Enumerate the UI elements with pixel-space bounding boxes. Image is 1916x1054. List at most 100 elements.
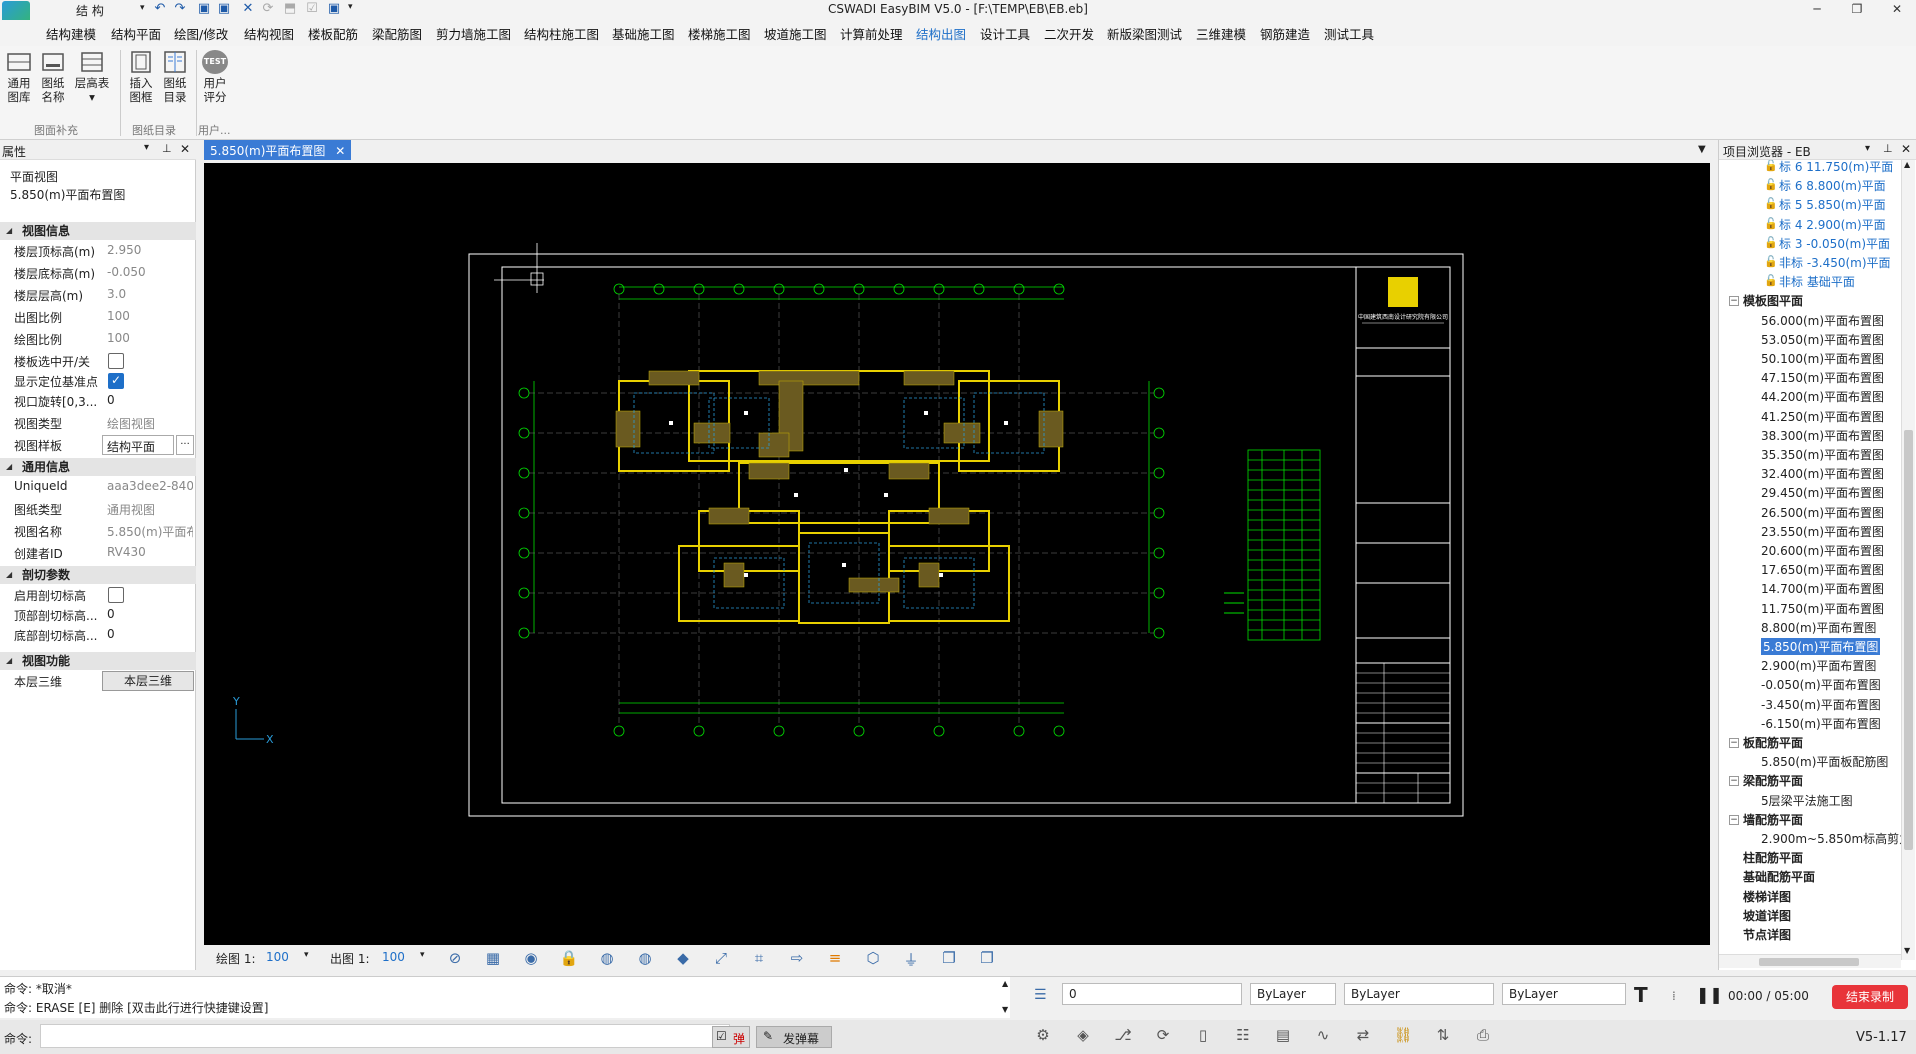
- section-common-info[interactable]: 通用信息: [0, 458, 196, 476]
- tab-beam-reinforcement[interactable]: 梁配筋图: [372, 24, 422, 43]
- browser-pin-icon[interactable]: ⊥: [1883, 142, 1893, 155]
- expand-icon[interactable]: ⤢: [710, 949, 732, 969]
- tree-category[interactable]: 楼梯详图: [1743, 888, 1791, 905]
- browser-menu-icon[interactable]: ▾: [1865, 143, 1870, 154]
- color-combo[interactable]: ByLayer: [1250, 983, 1336, 1005]
- layers-icon[interactable]: ◈: [1072, 1026, 1094, 1046]
- prop-floor-3d[interactable]: 本层三维 本层三维: [0, 670, 196, 692]
- prop-bottom-elevation[interactable]: 楼层底标高(m) -0.050: [0, 262, 196, 284]
- view-template-more-button[interactable]: ...: [176, 435, 194, 455]
- section-box-icon[interactable]: ◆: [672, 949, 694, 969]
- user-rating-button[interactable]: TEST 用户 评分: [198, 50, 232, 104]
- settings-gear-icon[interactable]: ⚙: [1032, 1026, 1054, 1046]
- curve-icon[interactable]: ∿: [1312, 1026, 1334, 1046]
- tab-rebar-construction[interactable]: 钢筋建造: [1260, 24, 1310, 43]
- pause-icon[interactable]: ❚❚: [1696, 985, 1723, 1004]
- command-scroll-down-icon[interactable]: ▼: [1002, 1005, 1008, 1014]
- prop-bottom-cut[interactable]: 底部剖切标高... 0: [0, 624, 196, 646]
- drawing-canvas[interactable]: 中国建筑西南设计研究院有限公司 X Y: [204, 163, 1710, 945]
- grid-icon[interactable]: ▦: [482, 949, 504, 969]
- tree-view-item[interactable]: 47.150(m)平面布置图: [1761, 369, 1884, 386]
- tree-category[interactable]: 节点详图: [1743, 926, 1791, 943]
- tree-view-item[interactable]: 44.200(m)平面布置图: [1761, 388, 1884, 405]
- window-tile-icon[interactable]: ❐: [938, 949, 960, 969]
- tree-category[interactable]: 坡道详图: [1743, 907, 1791, 924]
- tree-expander-icon[interactable]: −: [1729, 776, 1739, 787]
- browser-close-icon[interactable]: ✕: [1901, 142, 1911, 156]
- prop-view-template[interactable]: 视图样板 结构平面 ...: [0, 434, 196, 456]
- draw-scale-value[interactable]: 100: [266, 950, 289, 964]
- tree-view-item[interactable]: 5层梁平法施工图: [1761, 792, 1853, 809]
- tab-new-beam-test[interactable]: 新版梁图测试: [1107, 24, 1182, 43]
- scrollbar-thumb[interactable]: [1904, 430, 1913, 850]
- scrollbar-up-icon[interactable]: ▲: [1904, 160, 1910, 169]
- tab-design-tools[interactable]: 设计工具: [980, 24, 1030, 43]
- prop-enable-cut[interactable]: 启用剖切标高: [0, 584, 196, 606]
- tree-hscrollbar[interactable]: [1719, 954, 1901, 968]
- tab-structural-view[interactable]: 结构视图: [244, 24, 294, 43]
- tree-view-item[interactable]: 26.500(m)平面布置图: [1761, 504, 1884, 521]
- pin-icon[interactable]: ⊥: [162, 142, 172, 155]
- tree-level-item[interactable]: 非标 -3.450(m)平面: [1779, 254, 1891, 271]
- print-scale-value[interactable]: 100: [382, 950, 405, 964]
- panel-icon[interactable]: ▯: [1192, 1026, 1214, 1046]
- list-icon[interactable]: ☷: [1232, 1026, 1254, 1046]
- tab-stair[interactable]: 楼梯施工图: [688, 24, 751, 43]
- tree-structure-icon[interactable]: ⎇: [1112, 1026, 1134, 1046]
- text-style-icon[interactable]: T: [1634, 983, 1648, 1007]
- minimize-button[interactable]: ─: [1800, 0, 1834, 20]
- prop-floor-height[interactable]: 楼层层高(m) 3.0: [0, 284, 196, 306]
- layer-combo[interactable]: 0: [1062, 983, 1242, 1005]
- tree-view-item[interactable]: 2.900(m)平面布置图: [1761, 657, 1876, 674]
- tree-view-item[interactable]: 41.250(m)平面布置图: [1761, 408, 1884, 425]
- tree-level-item[interactable]: 非标 基础平面: [1779, 273, 1855, 290]
- tree-view-item[interactable]: 53.050(m)平面布置图: [1761, 331, 1884, 348]
- prop-view-name[interactable]: 视图名称 5.850(m)平面布: [0, 520, 196, 542]
- tree-view-item[interactable]: 23.550(m)平面布置图: [1761, 523, 1884, 540]
- command-scroll-up-icon[interactable]: ▲: [1002, 979, 1008, 988]
- link-icon[interactable]: ⛓: [1392, 1026, 1414, 1046]
- insert-frame-button[interactable]: 插入 图框: [124, 50, 158, 104]
- restore-button[interactable]: ❐: [1840, 0, 1874, 20]
- tree-expander-icon[interactable]: −: [1729, 296, 1739, 307]
- close-button[interactable]: ✕: [1880, 0, 1914, 20]
- prop-creator-id[interactable]: 创建者ID RV430: [0, 542, 196, 564]
- section-cut-params[interactable]: 剖切参数: [0, 566, 196, 584]
- tree-view-item[interactable]: -6.150(m)平面布置图: [1761, 715, 1881, 732]
- tree-scrollbar[interactable]: ▲ ▼: [1901, 160, 1915, 960]
- layer-lines-icon[interactable]: ≡: [824, 949, 846, 969]
- tab-structural-modeling[interactable]: 结构建模: [46, 24, 96, 43]
- sheet-name-button[interactable]: 图纸 名称: [36, 50, 70, 104]
- tree-view-item[interactable]: 32.400(m)平面布置图: [1761, 465, 1884, 482]
- tree-category[interactable]: 墙配筋平面: [1743, 811, 1803, 828]
- view-template-dropdown[interactable]: 结构平面: [102, 435, 174, 455]
- sheet-catalog-button[interactable]: 图纸 目录: [158, 50, 192, 104]
- layer-manager-icon[interactable]: ☰: [1034, 987, 1047, 1003]
- filter-icon[interactable]: ⏚: [900, 949, 922, 969]
- general-library-button[interactable]: 通用 图库: [2, 50, 36, 104]
- prop-sheet-type[interactable]: 图纸类型 通用视图: [0, 498, 196, 520]
- tree-view-item[interactable]: 5.850(m)平面布置图: [1761, 638, 1881, 655]
- tab-foundation[interactable]: 基础施工图: [612, 24, 675, 43]
- hide-elements-icon[interactable]: ⊘: [444, 949, 466, 969]
- tab-secondary-dev[interactable]: 二次开发: [1044, 24, 1094, 43]
- dwg-icon[interactable]: ▤: [1272, 1026, 1294, 1046]
- danmaku-button[interactable]: ✎ 发弹幕: [756, 1026, 832, 1048]
- tree-view-item[interactable]: 38.300(m)平面布置图: [1761, 427, 1884, 444]
- tab-structural-plan[interactable]: 结构平面: [111, 24, 161, 43]
- hscroll-thumb[interactable]: [1759, 958, 1859, 966]
- cube-icon[interactable]: ⬡: [862, 949, 884, 969]
- tree-view-item[interactable]: 56.000(m)平面布置图: [1761, 312, 1884, 329]
- window-cascade-icon[interactable]: ❐: [976, 949, 998, 969]
- tree-view-item[interactable]: 35.350(m)平面布置图: [1761, 446, 1884, 463]
- elastic-toggle[interactable]: ☑ 弹: [712, 1026, 750, 1048]
- prop-viewport-rotate[interactable]: 视口旋转[0,3... 0: [0, 390, 196, 412]
- section-view-info[interactable]: 视图信息: [0, 222, 196, 240]
- tab-preprocess[interactable]: 计算前处理: [840, 24, 903, 43]
- tree-view-item[interactable]: 14.700(m)平面布置图: [1761, 580, 1884, 597]
- tab-slab-reinforcement[interactable]: 楼板配筋: [308, 24, 358, 43]
- tree-view-item[interactable]: 20.600(m)平面布置图: [1761, 542, 1884, 559]
- tree-expander-icon[interactable]: −: [1729, 738, 1739, 748]
- document-tab-close-icon[interactable]: ✕: [335, 144, 345, 158]
- tree-level-item[interactable]: 标 6 11.750(m)平面: [1779, 160, 1893, 175]
